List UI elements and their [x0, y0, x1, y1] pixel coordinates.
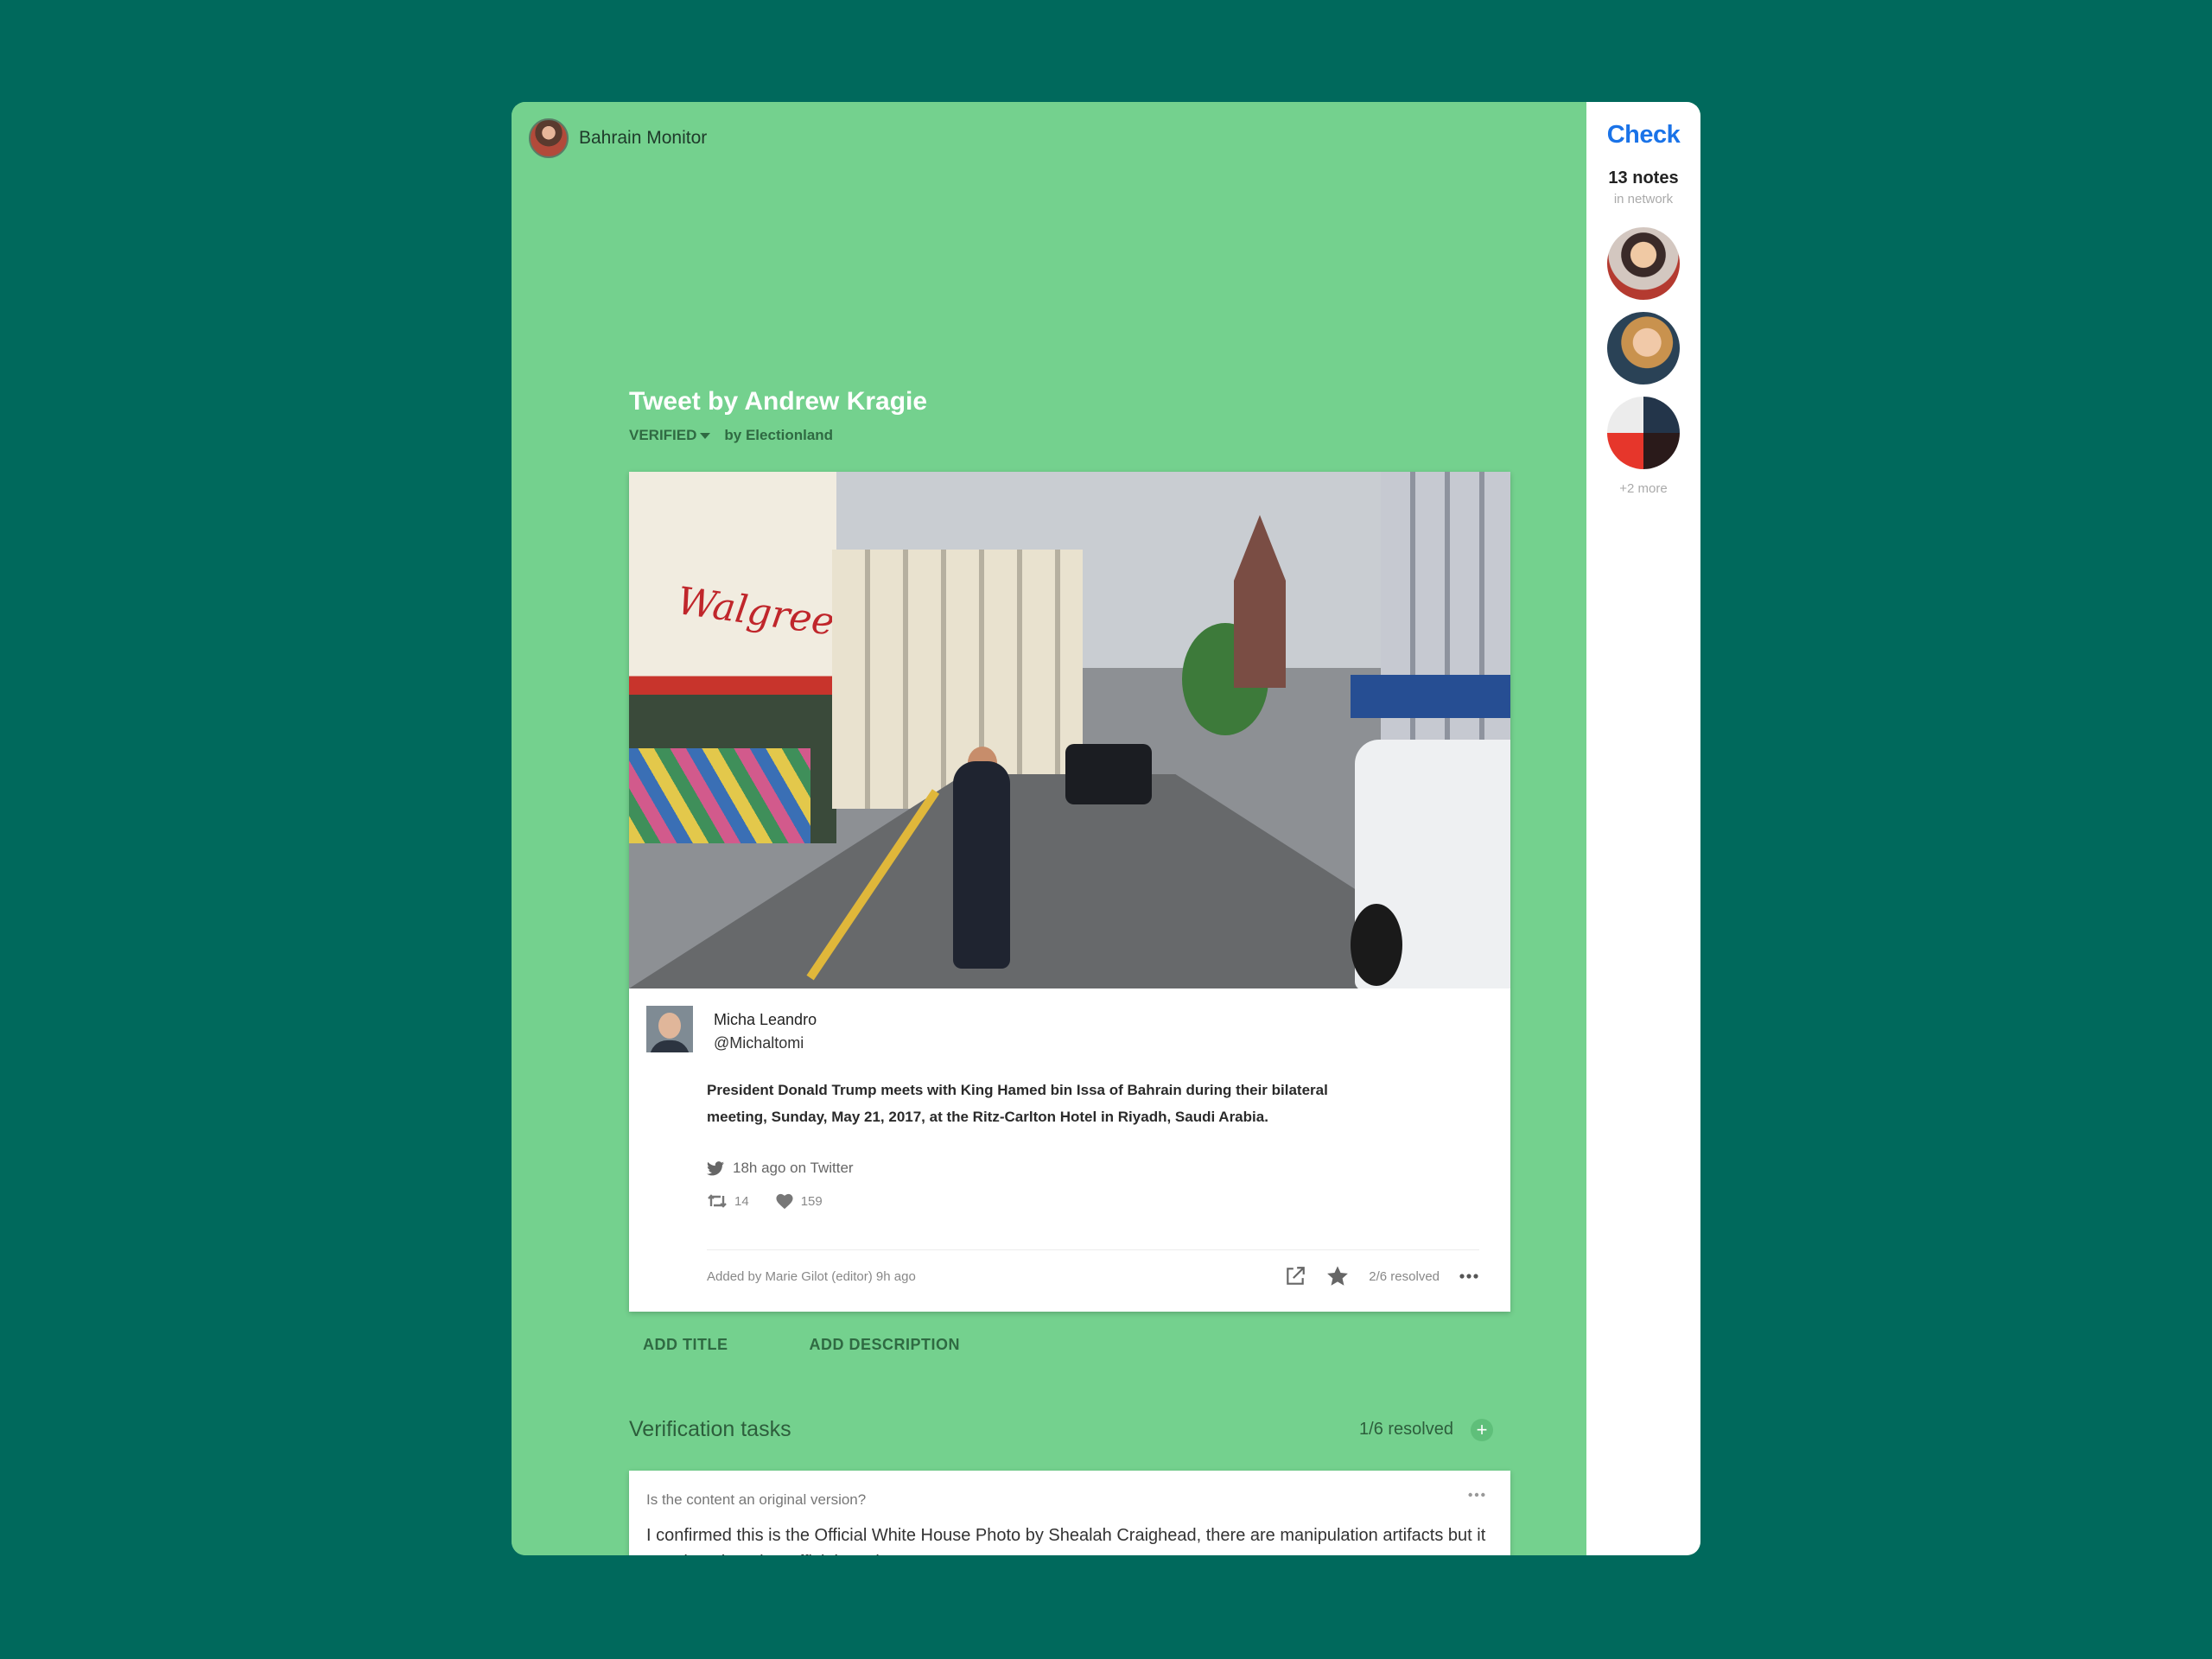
- photo-right-building: [1381, 472, 1510, 766]
- tweet-author[interactable]: Micha Leandro @Michaltomi: [646, 1006, 817, 1052]
- photo-officer: [953, 761, 1010, 969]
- check-app-window: Bahrain Monitor Tweet by Andrew Kragie V…: [512, 102, 1700, 1555]
- media-page: Bahrain Monitor Tweet by Andrew Kragie V…: [512, 102, 1586, 1555]
- media-edit-actions: ADD TITLE ADD DESCRIPTION: [629, 1329, 974, 1361]
- notes-count: 13 notes: [1608, 168, 1679, 188]
- star-icon: [1327, 1266, 1349, 1286]
- media-meta: VERIFIED by Electionland: [629, 427, 1510, 444]
- star-button[interactable]: [1325, 1264, 1350, 1288]
- photo-police-car: [1065, 744, 1152, 804]
- check-logo[interactable]: Check: [1586, 121, 1700, 149]
- more-members-link[interactable]: +2 more: [1586, 481, 1700, 496]
- team-header[interactable]: Bahrain Monitor: [529, 118, 707, 158]
- media-card: Walgreens Micha Leandro @Michaltomi Pres…: [629, 472, 1510, 1312]
- plus-circle-icon[interactable]: +: [1471, 1418, 1493, 1441]
- member-avatar[interactable]: [1607, 227, 1680, 300]
- network-sidebar: Check 13 notes in network +2 more: [1586, 102, 1700, 1555]
- team-avatar[interactable]: [529, 118, 569, 158]
- more-horizontal-icon: [1468, 1492, 1485, 1497]
- status-by: by Electionland: [724, 427, 834, 443]
- team-name[interactable]: Bahrain Monitor: [579, 128, 707, 149]
- add-title-button[interactable]: ADD TITLE: [629, 1329, 742, 1361]
- media-tasks-resolved[interactable]: 2/6 resolved: [1369, 1269, 1440, 1284]
- tweet-source[interactable]: 18h ago on Twitter: [707, 1160, 854, 1177]
- media-photo[interactable]: Walgreens: [629, 472, 1510, 988]
- photo-awning: [1351, 675, 1510, 718]
- open-original-button[interactable]: [1284, 1265, 1306, 1287]
- member-avatar[interactable]: [1607, 312, 1680, 385]
- author-handle[interactable]: @Michaltomi: [714, 1034, 817, 1052]
- task-answer: I confirmed this is the Official White H…: [646, 1526, 1486, 1555]
- more-horizontal-icon: [1459, 1274, 1478, 1279]
- author-avatar[interactable]: [646, 1006, 693, 1052]
- tweet-source-text: 18h ago on Twitter: [733, 1160, 854, 1176]
- tweet-text: President Donald Trump meets with King H…: [707, 1082, 1328, 1125]
- status-dropdown[interactable]: VERIFIED: [629, 427, 711, 444]
- notes-subtitle: in network: [1613, 192, 1674, 207]
- twitter-bird-icon: [707, 1160, 724, 1175]
- tasks-header: Verification tasks 1/6 resolved +: [629, 1417, 1493, 1442]
- tasks-resolved-count: 1/6 resolved: [1359, 1420, 1453, 1439]
- task-more-button[interactable]: [1467, 1491, 1486, 1498]
- photo-church-tower: [1234, 515, 1286, 688]
- photo-truck-wheel: [1351, 904, 1402, 986]
- external-link-icon: [1287, 1267, 1306, 1285]
- photo-mural: [629, 748, 810, 843]
- media-actions: 2/6 resolved: [1284, 1250, 1479, 1288]
- author-info: Micha Leandro @Michaltomi: [714, 1006, 817, 1052]
- status-label: VERIFIED: [629, 427, 697, 443]
- retweet-count: 14: [734, 1193, 749, 1209]
- caret-down-icon: [700, 432, 711, 439]
- retweet-icon: [708, 1194, 727, 1208]
- media-header: Tweet by Andrew Kragie VERIFIED by Elect…: [629, 387, 1510, 444]
- media-title: Tweet by Andrew Kragie: [629, 387, 928, 416]
- like-count: 159: [800, 1193, 823, 1209]
- heart-icon: [776, 1193, 793, 1210]
- author-name[interactable]: Micha Leandro: [714, 1011, 817, 1029]
- added-by: Added by Marie Gilot (editor) 9h ago: [707, 1268, 916, 1284]
- task-card[interactable]: Is the content an original version? I con…: [629, 1471, 1510, 1555]
- tasks-summary: 1/6 resolved +: [1359, 1418, 1493, 1441]
- media-card-footer: Added by Marie Gilot (editor) 9h ago 2/6…: [707, 1249, 1479, 1288]
- task-question: Is the content an original version?: [646, 1491, 867, 1508]
- tweet-stats: 14 159: [707, 1192, 823, 1210]
- media-more-button[interactable]: [1459, 1273, 1479, 1280]
- tasks-title: Verification tasks: [629, 1417, 791, 1441]
- member-avatar[interactable]: [1607, 397, 1680, 469]
- add-description-button[interactable]: ADD DESCRIPTION: [796, 1329, 975, 1361]
